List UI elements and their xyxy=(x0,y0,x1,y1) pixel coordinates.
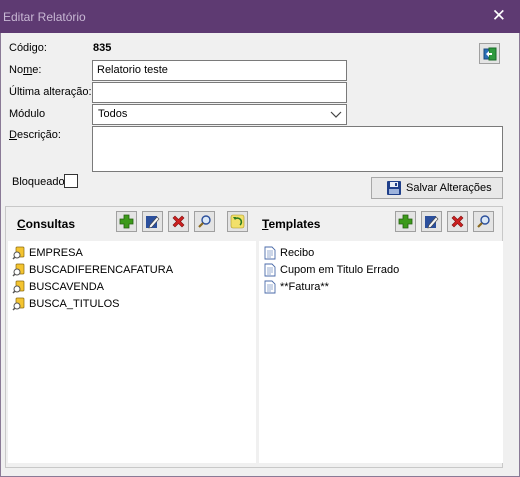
consultas-title-accesskey: C xyxy=(17,217,26,231)
ultima-alteracao-label: Última alteração: xyxy=(9,86,92,98)
magnifier-icon xyxy=(477,215,490,228)
nome-label: Nome: xyxy=(9,64,41,76)
close-icon[interactable]: ✕ xyxy=(492,6,506,26)
query-icon xyxy=(12,263,26,277)
templates-title-rest: emplates xyxy=(268,217,321,231)
list-item[interactable]: BUSCADIFERENCAFATURA xyxy=(12,263,173,277)
list-item[interactable]: EMPRESA xyxy=(12,246,83,260)
modulo-label: Módulo xyxy=(9,108,46,120)
templates-add-button[interactable] xyxy=(395,211,416,232)
templates-delete-button[interactable] xyxy=(447,211,468,232)
export-button[interactable] xyxy=(479,43,500,64)
delete-x-icon xyxy=(451,215,464,228)
descricao-label-accesskey: D xyxy=(9,129,17,141)
consultas-title: Consultas xyxy=(17,217,75,231)
plus-icon xyxy=(398,214,413,229)
export-icon xyxy=(483,47,496,60)
list-item[interactable]: **Fatura** xyxy=(263,280,329,294)
list-item[interactable]: BUSCAVENDA xyxy=(12,280,104,294)
templates-edit-button[interactable] xyxy=(421,211,442,232)
bloqueado-label: Bloqueado xyxy=(12,176,65,188)
templates-list[interactable]: Recibo Cupom em Titulo Errado **Fatura** xyxy=(259,241,503,463)
nome-label-prefix: No xyxy=(9,64,24,76)
magnifier-icon xyxy=(198,215,211,228)
consultas-refresh-button[interactable] xyxy=(227,211,248,232)
modulo-select-value: Todos xyxy=(98,108,128,120)
query-icon xyxy=(12,246,26,260)
template-label: Recibo xyxy=(280,247,315,259)
descricao-field[interactable] xyxy=(92,126,503,172)
bloqueado-checkbox[interactable] xyxy=(64,174,78,188)
consulta-label: BUSCA_TITULOS xyxy=(29,298,120,310)
edit-icon xyxy=(425,216,439,229)
consultas-edit-button[interactable] xyxy=(142,211,163,232)
consultas-search-button[interactable] xyxy=(194,211,215,232)
document-icon xyxy=(263,246,277,260)
salvar-alteracoes-label: Salvar Alterações xyxy=(406,182,492,194)
chevron-down-icon xyxy=(330,111,342,118)
template-label: Cupom em Titulo Errado xyxy=(280,264,400,276)
ultima-alteracao-field[interactable] xyxy=(92,82,347,103)
nome-field[interactable]: Relatorio teste xyxy=(92,60,347,81)
modulo-select[interactable]: Todos xyxy=(92,104,347,125)
nome-label-suffix: e: xyxy=(32,64,42,76)
consulta-label: BUSCADIFERENCAFATURA xyxy=(29,264,174,276)
document-icon xyxy=(263,263,277,277)
consultas-list[interactable]: EMPRESA BUSCADIFERENCAFATURA BUSCAVENDA … xyxy=(8,241,256,463)
floppy-disk-icon xyxy=(387,181,401,195)
codigo-value: 835 xyxy=(93,42,112,54)
query-icon xyxy=(12,280,26,294)
list-item[interactable]: BUSCA_TITULOS xyxy=(12,297,119,311)
consultas-delete-button[interactable] xyxy=(168,211,189,232)
list-item[interactable]: Recibo xyxy=(263,246,314,260)
descricao-label-suffix: escrição: xyxy=(16,129,61,141)
delete-x-icon xyxy=(172,215,185,228)
title-bar: Editar Relatório ✕ xyxy=(0,0,520,33)
undo-icon xyxy=(230,214,245,229)
descricao-label: Descrição: xyxy=(9,129,61,141)
consultas-add-button[interactable] xyxy=(116,211,137,232)
edit-icon xyxy=(146,216,160,229)
consulta-label: EMPRESA xyxy=(29,247,83,259)
document-icon xyxy=(263,280,277,294)
consultas-title-rest: onsultas xyxy=(25,217,76,231)
template-label: **Fatura** xyxy=(280,281,329,293)
query-icon xyxy=(12,297,26,311)
window-title: Editar Relatório xyxy=(3,10,86,24)
plus-icon xyxy=(119,214,134,229)
salvar-alteracoes-button[interactable]: Salvar Alterações xyxy=(371,177,503,199)
consulta-label: BUSCAVENDA xyxy=(29,281,104,293)
codigo-label: Código: xyxy=(9,42,47,54)
templates-title: Templates xyxy=(262,217,320,231)
list-item[interactable]: Cupom em Titulo Errado xyxy=(263,263,399,277)
templates-search-button[interactable] xyxy=(473,211,494,232)
nome-label-accesskey: m xyxy=(23,64,33,76)
